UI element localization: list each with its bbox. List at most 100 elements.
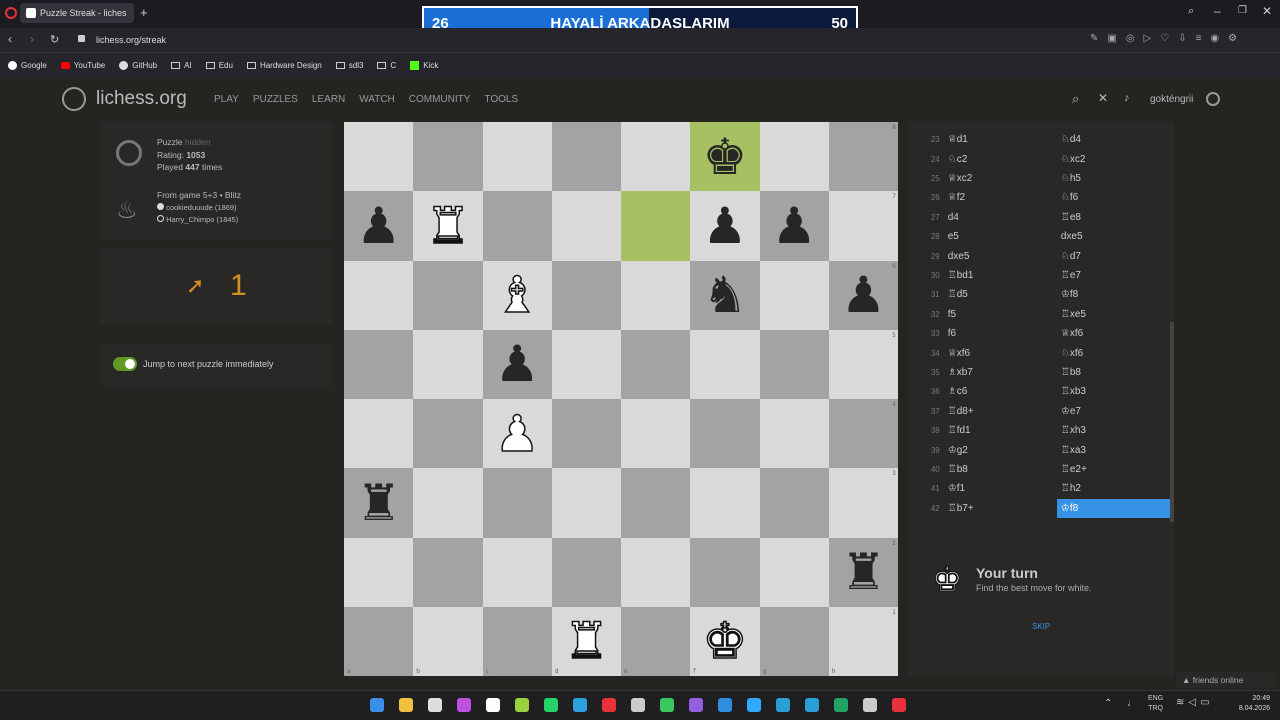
black-player[interactable]: Harry_Chimpo (1845) xyxy=(166,215,238,224)
square-e4[interactable] xyxy=(621,399,691,469)
white-move[interactable]: ♔g2 xyxy=(944,445,1057,456)
site-logo[interactable]: lichess.org xyxy=(96,88,187,110)
square-h7[interactable]: 7 xyxy=(828,191,898,261)
taskbar-app-icon[interactable] xyxy=(718,698,732,712)
black-pawn-icon[interactable]: ♟ xyxy=(356,201,401,251)
nav-tools[interactable]: TOOLS xyxy=(484,94,518,105)
taskbar-app-icon[interactable] xyxy=(602,698,616,712)
square-b5[interactable] xyxy=(413,329,483,399)
taskbar-app-icon[interactable] xyxy=(573,698,587,712)
white-move[interactable]: ♖d8+ xyxy=(944,406,1057,417)
square-b2[interactable] xyxy=(413,537,483,607)
minimize-icon[interactable]: – xyxy=(1214,4,1221,18)
square-c1[interactable]: c xyxy=(482,606,552,676)
black-move[interactable]: ♘d7 xyxy=(1057,246,1170,265)
square-h4[interactable]: 4 xyxy=(828,399,898,469)
microphone-icon[interactable]: ♩ xyxy=(1127,698,1137,709)
square-a4[interactable] xyxy=(344,399,414,469)
taskbar-app-icon[interactable] xyxy=(776,698,790,712)
square-b4[interactable] xyxy=(413,399,483,469)
square-c5[interactable]: ♟ xyxy=(482,329,552,399)
white-move[interactable]: ♘c2 xyxy=(944,154,1057,165)
toolbar-icons[interactable]: ✎▣◎▷♡⇩≡◉⚙ xyxy=(1090,33,1246,44)
square-a8[interactable] xyxy=(344,122,414,192)
back-icon[interactable]: ‹ xyxy=(8,32,12,46)
square-g6[interactable] xyxy=(759,260,829,330)
wifi-volume-battery-icons[interactable]: ≋◁▭ xyxy=(1176,697,1214,708)
taskbar-app-icon[interactable] xyxy=(428,698,442,712)
white-move[interactable]: ♕xc2 xyxy=(944,173,1057,184)
white-move[interactable]: dxe5 xyxy=(944,251,1057,262)
black-pawn-icon[interactable]: ♟ xyxy=(702,201,747,251)
taskbar-app-icon[interactable] xyxy=(834,698,848,712)
square-e2[interactable] xyxy=(621,537,691,607)
black-move[interactable]: ♖e7 xyxy=(1057,266,1170,285)
black-move[interactable]: ♘f6 xyxy=(1057,188,1170,207)
square-d7[interactable] xyxy=(551,191,621,261)
white-move[interactable]: ♗c6 xyxy=(944,386,1057,397)
black-pawn-icon[interactable]: ♟ xyxy=(772,201,817,251)
nav-play[interactable]: PLAY xyxy=(214,94,239,105)
taskbar-app-icon[interactable] xyxy=(892,698,906,712)
taskbar-app-icon[interactable] xyxy=(515,698,529,712)
square-g7[interactable]: ♟ xyxy=(759,191,829,261)
square-g4[interactable] xyxy=(759,399,829,469)
bookmark-sdl3[interactable]: sdl3 xyxy=(335,61,363,70)
square-d4[interactable] xyxy=(551,399,621,469)
square-h5[interactable]: 5 xyxy=(828,329,898,399)
square-c7[interactable] xyxy=(482,191,552,261)
tray-chevron-icon[interactable]: ⌃ xyxy=(1104,698,1112,709)
square-e5[interactable] xyxy=(621,329,691,399)
taskbar-app-icon[interactable] xyxy=(863,698,877,712)
skip-button[interactable]: SKIP xyxy=(1032,622,1050,631)
forward-icon[interactable]: › xyxy=(30,32,34,46)
square-e1[interactable]: e xyxy=(621,606,691,676)
square-a3[interactable]: ♜ xyxy=(344,468,414,538)
square-f4[interactable] xyxy=(690,399,760,469)
white-move[interactable]: ♕xf6 xyxy=(944,348,1057,359)
square-d3[interactable] xyxy=(551,468,621,538)
bookmark-hardware-design[interactable]: Hardware Design xyxy=(246,61,322,70)
url-field[interactable]: lichess.org/streak xyxy=(96,35,166,45)
taskbar-app-icon[interactable] xyxy=(805,698,819,712)
white-move[interactable]: ♖fd1 xyxy=(944,425,1057,436)
square-a1[interactable]: a xyxy=(344,606,414,676)
black-pawn-icon[interactable]: ♟ xyxy=(495,339,540,389)
square-g1[interactable]: g xyxy=(759,606,829,676)
square-d6[interactable] xyxy=(551,260,621,330)
black-move[interactable]: dxe5 xyxy=(1057,227,1170,246)
square-b1[interactable]: b xyxy=(413,606,483,676)
user-avatar-icon[interactable] xyxy=(1206,92,1220,106)
black-move[interactable]: ♔f8 xyxy=(1057,285,1170,304)
nav-puzzles[interactable]: PUZZLES xyxy=(253,94,298,105)
white-king-icon[interactable]: ♚ xyxy=(702,616,748,668)
square-g5[interactable] xyxy=(759,329,829,399)
black-move[interactable]: ♖b8 xyxy=(1057,363,1170,382)
taskbar-app-icon[interactable] xyxy=(457,698,471,712)
square-b7[interactable]: ♜ xyxy=(413,191,483,261)
opera-logo-icon[interactable] xyxy=(5,7,17,19)
square-a7[interactable]: ♟ xyxy=(344,191,414,261)
white-move[interactable]: ♕d1 xyxy=(944,134,1057,145)
white-move[interactable]: d4 xyxy=(944,212,1057,223)
from-game-link[interactable]: From game 5+3 • Blitz xyxy=(157,189,241,202)
square-c3[interactable] xyxy=(482,468,552,538)
language-indicator[interactable]: ENG TRQ xyxy=(1148,694,1163,714)
white-move[interactable]: ♗xb7 xyxy=(944,367,1057,378)
black-move[interactable]: ♔f8 xyxy=(1056,498,1170,518)
square-f1[interactable]: ♚ f xyxy=(690,606,760,676)
square-c8[interactable] xyxy=(482,122,552,192)
white-move[interactable]: ♖b8 xyxy=(944,464,1057,475)
white-player[interactable]: cookieduuude (1869) xyxy=(166,203,236,212)
black-rook-icon[interactable]: ♜ xyxy=(841,547,886,597)
white-move[interactable]: ♔f1 xyxy=(944,483,1057,494)
square-d1[interactable]: ♜ d xyxy=(551,606,621,676)
taskbar-app-icon[interactable] xyxy=(689,698,703,712)
notification-bell-icon[interactable]: ♪ xyxy=(1124,92,1130,104)
search-tabs-icon[interactable]: ⌕ xyxy=(1188,5,1194,18)
black-king-icon[interactable]: ♚ xyxy=(702,132,747,182)
taskbar-app-icon[interactable] xyxy=(631,698,645,712)
black-move[interactable]: ♘xc2 xyxy=(1057,149,1170,168)
move-list-scrollbar[interactable] xyxy=(1170,322,1174,522)
square-h2[interactable]: ♜ 2 xyxy=(828,537,898,607)
